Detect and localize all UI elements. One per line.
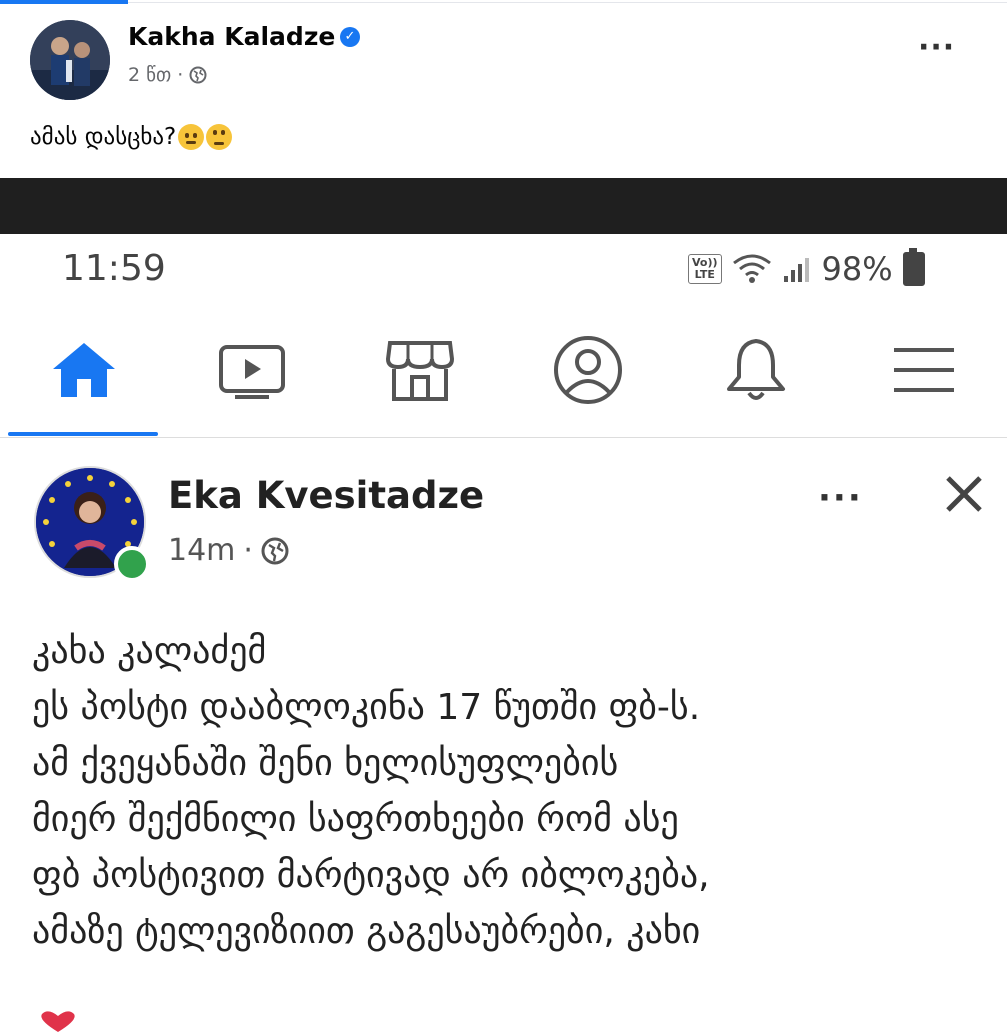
screenshot-separator-band xyxy=(0,178,1007,234)
inner-post-options-button[interactable]: ··· xyxy=(818,481,863,515)
close-icon[interactable] xyxy=(940,470,988,518)
tab-marketplace[interactable] xyxy=(360,330,480,410)
tab-profile[interactable] xyxy=(528,330,648,410)
tab-home[interactable] xyxy=(24,330,144,410)
inner-author-avatar[interactable] xyxy=(34,466,150,582)
globe-icon xyxy=(261,537,289,564)
tab-menu[interactable] xyxy=(864,330,984,410)
dot-separator: · xyxy=(177,64,184,86)
tab-watch[interactable] xyxy=(192,330,312,410)
online-status-dot xyxy=(114,546,150,582)
marketplace-icon xyxy=(385,341,455,401)
author-name[interactable]: Kakha Kaladze xyxy=(128,22,335,51)
tab-notifications[interactable] xyxy=(696,330,816,410)
inner-post-time[interactable]: 14m xyxy=(168,533,235,568)
globe-icon xyxy=(189,66,207,84)
volte-icon: Vo)) LTE xyxy=(688,254,722,284)
thinking-emoji-icon xyxy=(178,124,205,150)
top-accent-bar xyxy=(0,0,128,4)
video-icon xyxy=(219,345,285,399)
verified-badge-icon: ✓ xyxy=(340,27,360,47)
post-text-content: ამას დასცხა? xyxy=(30,124,177,150)
post-line: ამაზე ტელევიზიით გაგესაუბრები, კახი xyxy=(32,911,701,952)
tab-bar-divider xyxy=(0,437,1007,438)
post-line: ფბ პოსტივით მარტივად არ იბლოკება, xyxy=(32,855,710,896)
bell-icon xyxy=(727,339,785,400)
inner-author-name[interactable]: Eka Kvesitadze xyxy=(168,474,484,517)
eye-roll-emoji-icon xyxy=(206,124,233,150)
inner-post-text: კახა კალაძემ ეს პოსტი დააბლოკინა 17 წუთშ… xyxy=(32,624,992,960)
post-time[interactable]: 2 წთ xyxy=(128,64,171,86)
volte-line2: LTE xyxy=(694,268,715,281)
post-line: ეს პოსტი დააბლოკინა 17 წუთში ფბ-ს. xyxy=(32,687,701,728)
signal-icon xyxy=(783,258,809,282)
post-line: მიერ შექმნილი საფრთხეები რომ ასე xyxy=(32,799,679,840)
dot-separator: · xyxy=(243,533,253,568)
profile-icon xyxy=(554,336,622,404)
active-tab-indicator xyxy=(8,432,158,436)
battery-icon xyxy=(902,248,925,286)
inner-post-meta: 14m · xyxy=(168,533,289,568)
heart-emoji-icon xyxy=(41,1011,75,1032)
home-icon xyxy=(53,343,115,397)
wifi-icon xyxy=(732,254,771,283)
battery-percent: 98% xyxy=(821,250,893,288)
post-text: ამას დასცხა? xyxy=(30,124,233,150)
status-bar-indicators: Vo)) LTE 98% xyxy=(688,248,925,288)
top-divider xyxy=(128,2,1007,3)
status-bar-time: 11:59 xyxy=(62,248,166,289)
post-line: ამ ქვეყანაში შენი ხელისუფლების xyxy=(32,743,619,784)
nav-tab-bar xyxy=(0,330,1007,436)
author-avatar[interactable] xyxy=(30,20,110,100)
post-options-button[interactable]: ··· xyxy=(918,33,955,63)
post-meta: 2 წთ · xyxy=(128,64,207,86)
post-line: კახა კალაძემ xyxy=(32,631,267,672)
menu-icon xyxy=(894,348,954,392)
